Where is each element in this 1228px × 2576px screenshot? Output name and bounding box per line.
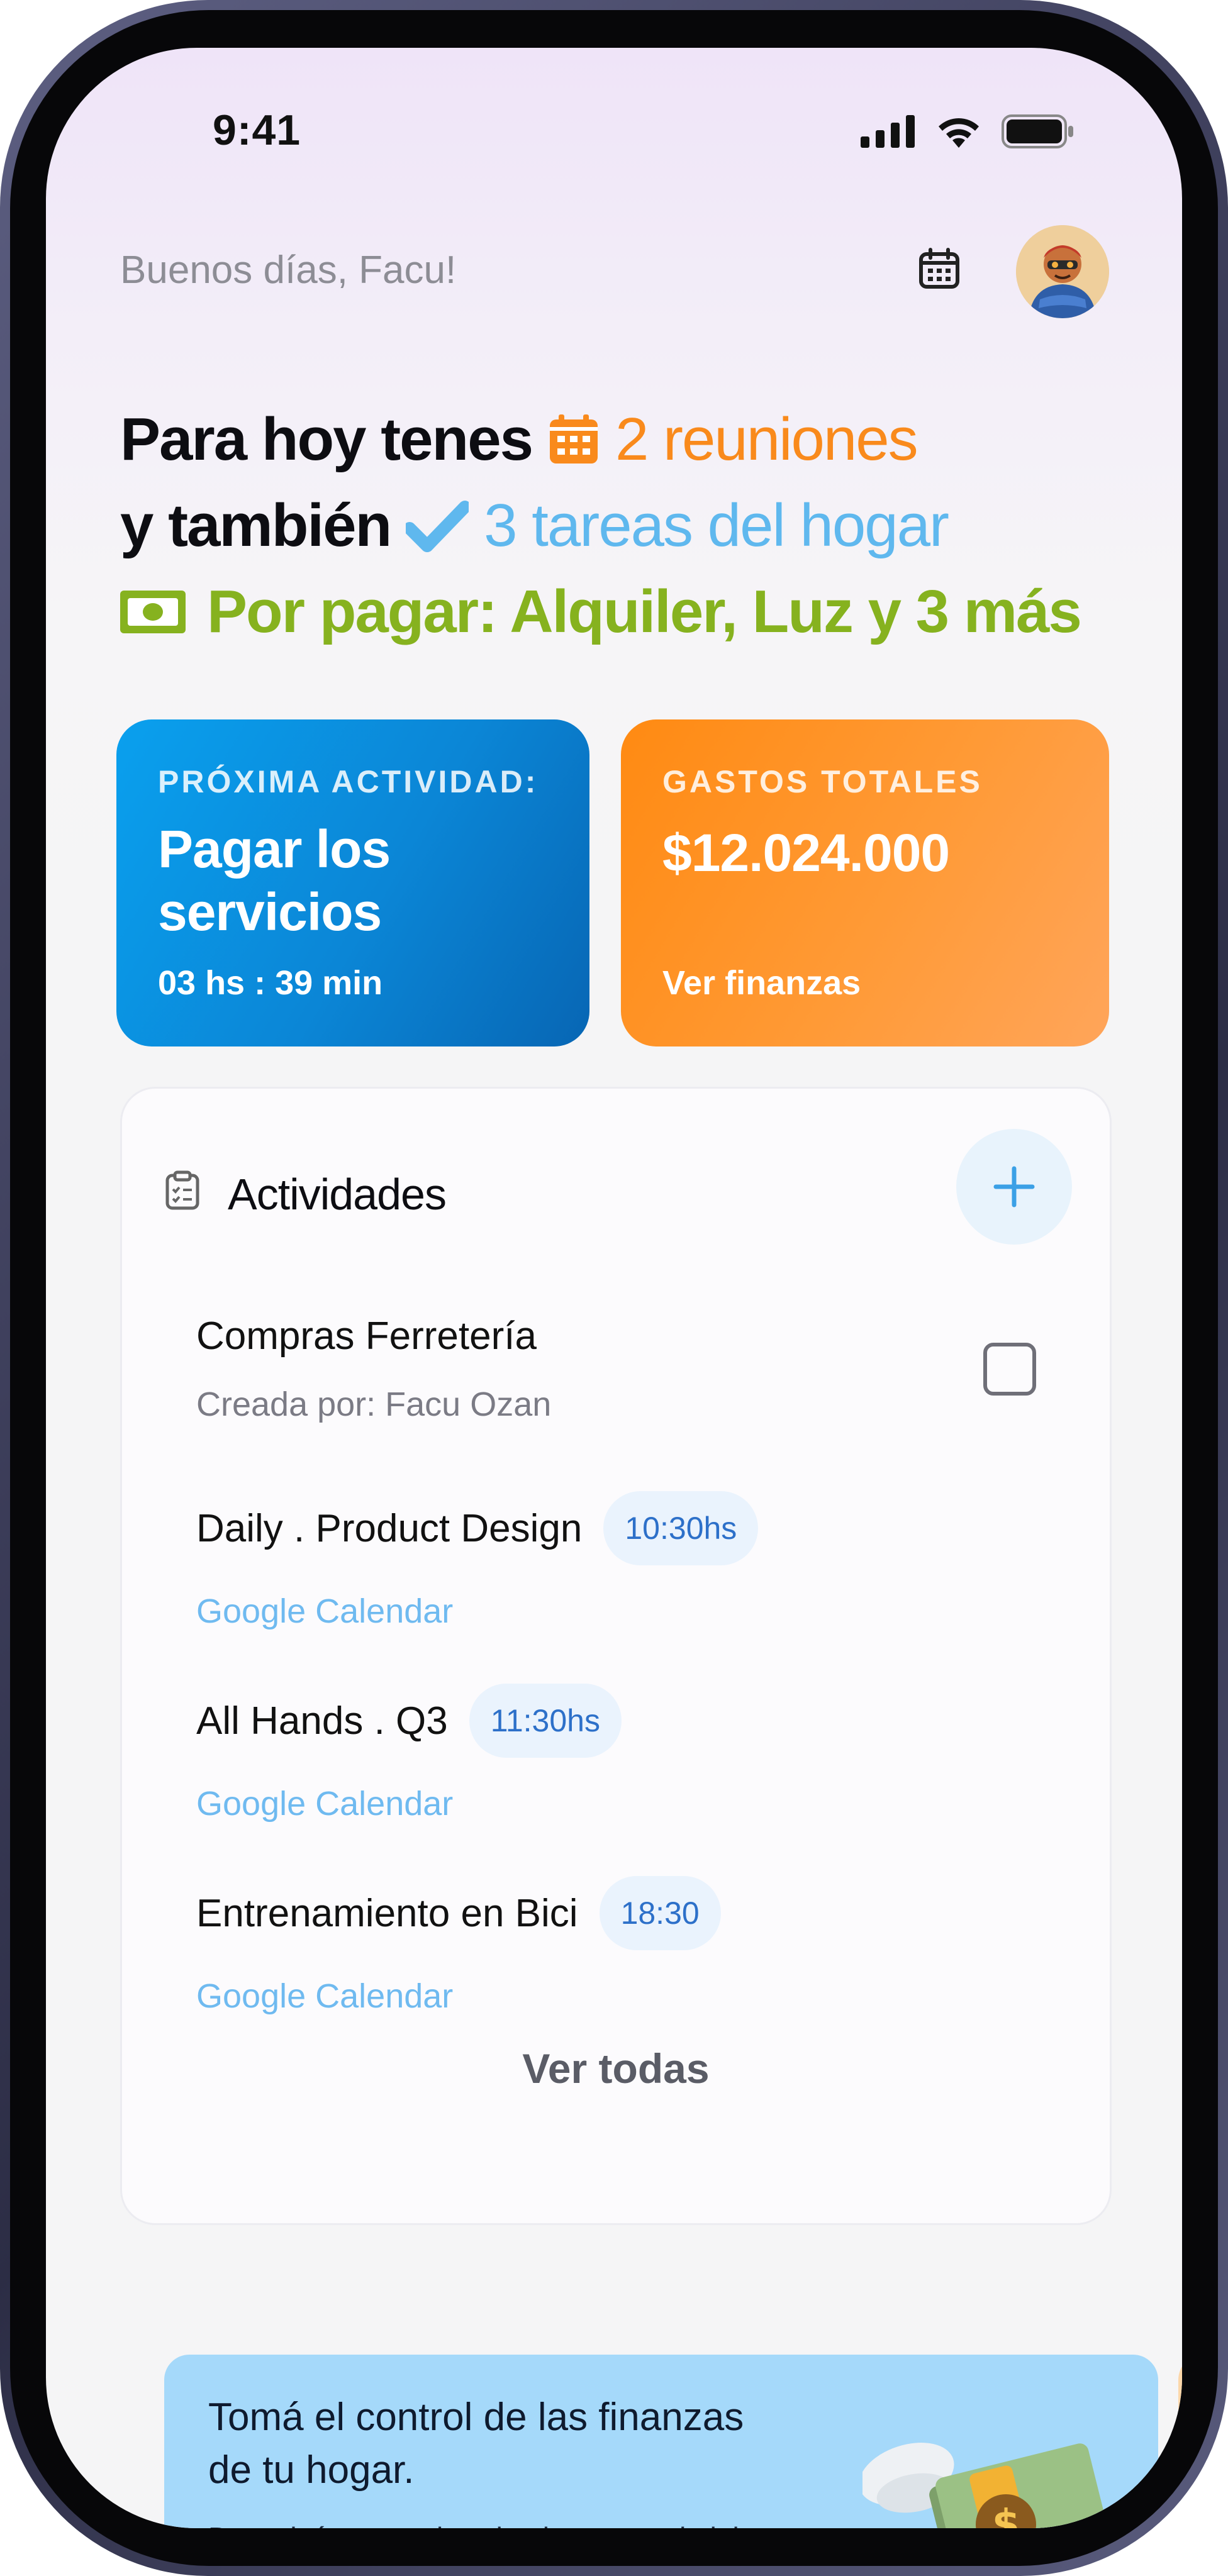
- activity-source-link[interactable]: Google Calendar: [196, 1592, 758, 1631]
- total-expenses-amount: $12.024.000: [662, 823, 950, 882]
- clipboard-list-icon: [162, 1170, 203, 1211]
- activity-item-all-hands[interactable]: All Hands . Q3 11:30hs Google Calendar: [196, 1684, 622, 1823]
- see-all-activities-button[interactable]: Ver todas: [122, 2045, 1110, 2092]
- headline-tasks-count[interactable]: 3 tareas del hogar: [484, 491, 949, 560]
- activity-time-badge: 11:30hs: [469, 1684, 622, 1758]
- next-activity-countdown: 03 hs : 39 min: [158, 964, 383, 1002]
- next-activity-label: PRÓXIMA ACTIVIDAD:: [158, 764, 539, 799]
- calendar-button[interactable]: [914, 244, 964, 294]
- next-activity-card[interactable]: PRÓXIMA ACTIVIDAD: Pagar los servicios 0…: [116, 719, 589, 1046]
- see-finances-link[interactable]: Ver finanzas: [662, 963, 861, 1002]
- flying-money-illustration: $: [859, 2399, 1143, 2528]
- activity-item-daily-product-design[interactable]: Daily . Product Design 10:30hs Google Ca…: [196, 1491, 759, 1631]
- activity-item-compras-ferreteria[interactable]: Compras Ferretería Creada por: Facu Ozan: [196, 1314, 551, 1424]
- headline-meetings: Para hoy tenes 2 reuniones: [120, 405, 918, 474]
- add-activity-button[interactable]: [956, 1129, 1072, 1245]
- svg-text:$: $: [992, 2502, 1020, 2528]
- headline-meetings-count[interactable]: 2 reuniones: [615, 405, 918, 474]
- activities-title: Actividades: [228, 1170, 447, 1219]
- user-avatar[interactable]: [1016, 225, 1109, 318]
- plus-icon: [993, 1166, 1035, 1208]
- activities-panel: Actividades Compras Ferretería Creada po…: [120, 1087, 1112, 2225]
- calendar-icon: [919, 248, 959, 289]
- activity-title: Daily . Product Design: [196, 1506, 583, 1550]
- activity-item-entrenamiento-bici[interactable]: Entrenamiento en Bici 18:30 Google Calen…: [196, 1876, 721, 2016]
- promo-title: Tomá el control de las finanzas de tu ho…: [208, 2396, 744, 2492]
- cellular-signal-icon: [861, 115, 915, 148]
- avatar-image: [1016, 225, 1109, 318]
- activity-title: Compras Ferretería: [196, 1314, 537, 1358]
- battery-icon: [1002, 114, 1073, 148]
- headline-line1-prefix: Para hoy tenes: [120, 406, 533, 473]
- calendar-orange-icon: [547, 413, 600, 466]
- headline-tasks: y también 3 tareas del hogar: [120, 491, 949, 560]
- app-screen: 9:41 Buenos días, Facu! Para hoy tenes 2…: [46, 48, 1182, 2528]
- activity-title-row: Entrenamiento en Bici 18:30: [196, 1876, 721, 1950]
- next-promo-card-peek[interactable]: [1178, 2355, 1182, 2528]
- headline-payments: Por pagar: Alquiler, Luz y 3 más: [120, 577, 1082, 647]
- activity-checkbox-compras[interactable]: [983, 1343, 1036, 1396]
- greeting-text: Buenos días, Facu!: [120, 248, 457, 292]
- activity-title-row: Daily . Product Design 10:30hs: [196, 1491, 759, 1565]
- activity-time-badge: 10:30hs: [603, 1491, 759, 1565]
- promo-body: Descubrí estrategias simples para admini…: [208, 2518, 837, 2528]
- activity-source-link[interactable]: Google Calendar: [196, 1977, 721, 2016]
- status-time: 9:41: [213, 106, 301, 154]
- checkmark-blue-icon: [406, 499, 469, 552]
- activity-creator: Creada por: Facu Ozan: [196, 1385, 552, 1423]
- next-activity-title: Pagar los servicios: [158, 819, 391, 941]
- activity-source-link[interactable]: Google Calendar: [196, 1784, 622, 1823]
- headline-line2-prefix: y también: [120, 492, 392, 559]
- headline-payments-text[interactable]: Por pagar: Alquiler, Luz y 3 más: [207, 577, 1082, 647]
- activity-time-badge: 18:30: [599, 1876, 721, 1950]
- wifi-icon: [939, 118, 979, 148]
- finance-promo-card[interactable]: Tomá el control de las finanzas de tu ho…: [164, 2355, 1158, 2528]
- activity-title: Entrenamiento en Bici: [196, 1891, 578, 1935]
- activity-title: All Hands . Q3: [196, 1699, 448, 1743]
- activity-title-row: All Hands . Q3 11:30hs: [196, 1684, 622, 1758]
- cash-green-icon: [120, 591, 186, 633]
- status-icons: [861, 114, 1074, 149]
- total-expenses-label: GASTOS TOTALES: [662, 764, 983, 799]
- total-expenses-card[interactable]: GASTOS TOTALES $12.024.000 Ver finanzas: [621, 719, 1109, 1046]
